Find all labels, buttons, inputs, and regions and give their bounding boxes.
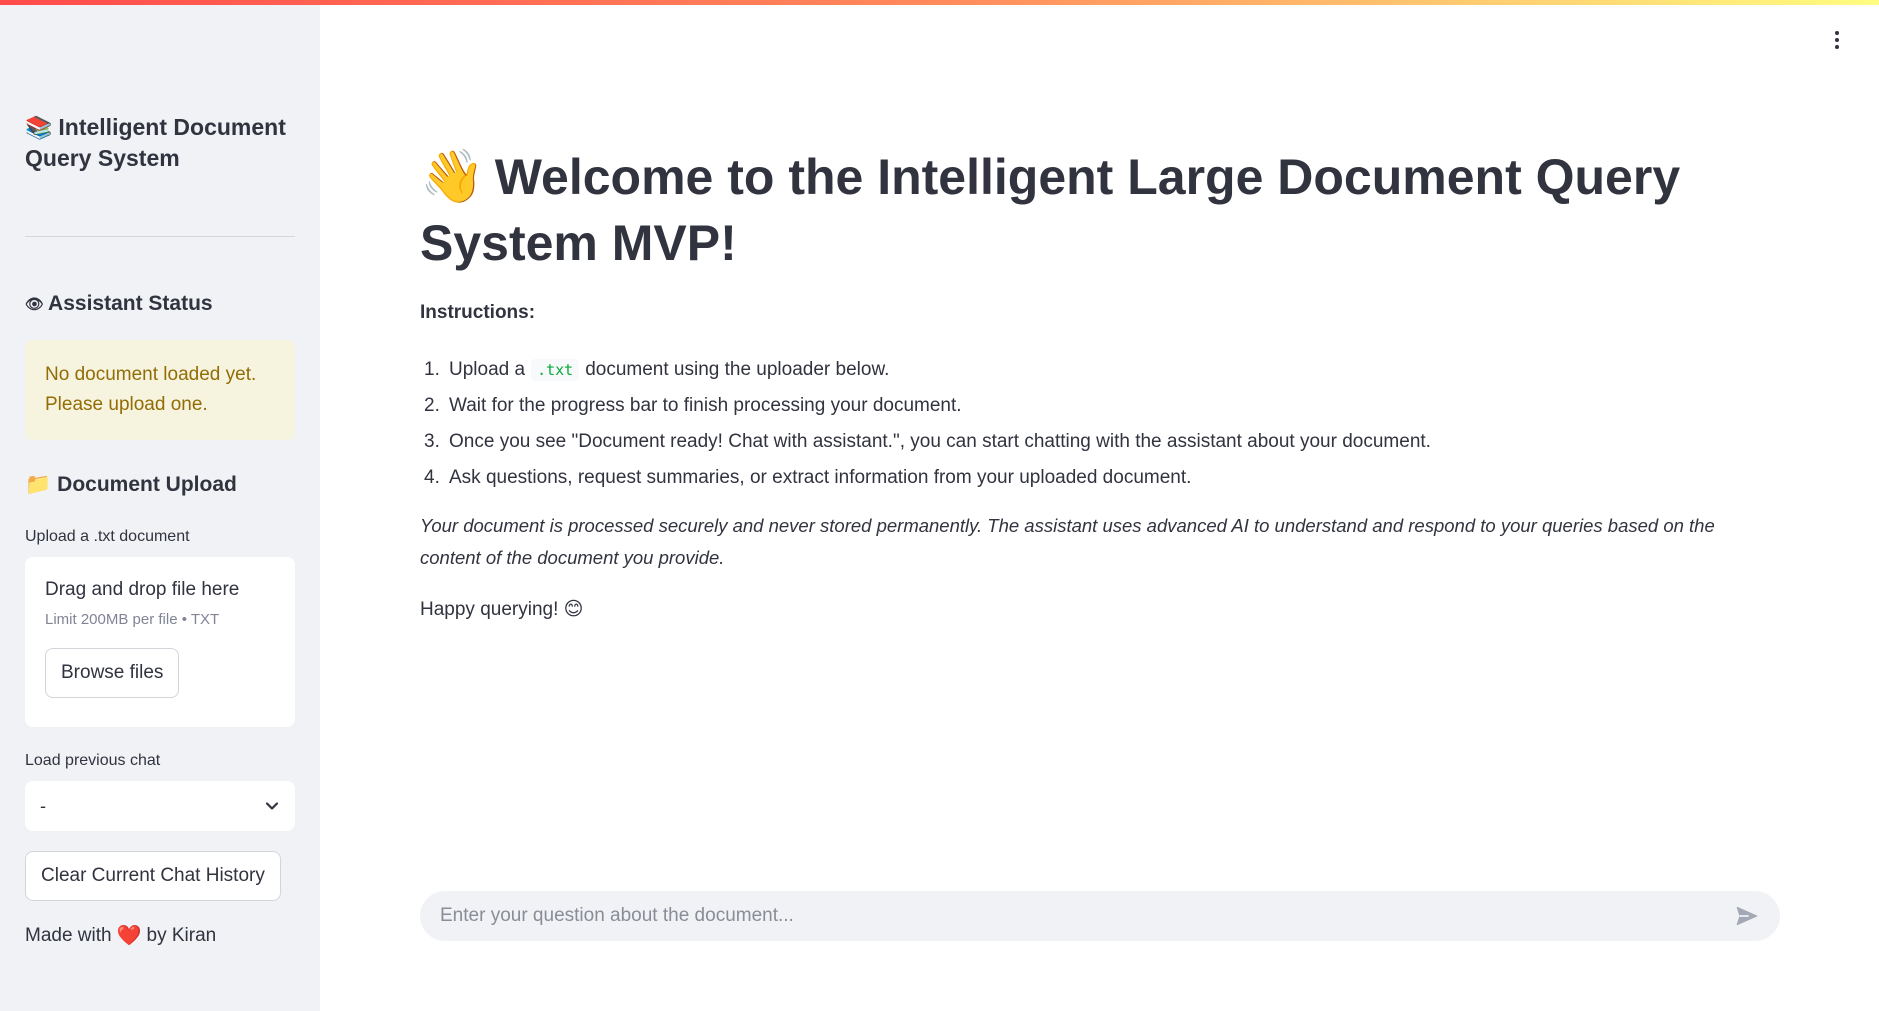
list-item: 2. Wait for the progress bar to finish p… [420, 388, 1780, 424]
kebab-dot [1835, 31, 1839, 35]
footer-prefix: Made with [25, 924, 112, 946]
load-chat-label: Load previous chat [25, 752, 161, 769]
heart-icon: ❤️ [116, 925, 142, 947]
sidebar-title: 📚 Intelligent Document Query System [25, 112, 295, 173]
browse-files-button[interactable]: Browse files [45, 648, 180, 698]
assistant-status-heading-text: Assistant Status [48, 292, 213, 315]
document-upload-heading: 📁 Document Upload [25, 473, 237, 497]
inline-code: .txt [531, 359, 580, 381]
chevron-down-icon [265, 802, 279, 810]
instructions-list: 1. Upload a .txt document using the uplo… [420, 352, 1780, 496]
clear-chat-history-button[interactable]: Clear Current Chat History [25, 851, 281, 901]
dropzone-limit: Limit 200MB per file • TXT [45, 611, 220, 628]
list-number: 2. [424, 395, 440, 416]
status-alert: No document loaded yet. Please upload on… [25, 340, 295, 440]
page-title: 👋 Welcome to the Intelligent Large Docume… [420, 144, 1780, 276]
step-text: document using the uploader below. [585, 359, 890, 380]
sidebar: 📚 Intelligent Document Query System 👁 Ass… [0, 0, 320, 1011]
list-item: 1. Upload a .txt document using the uplo… [420, 352, 1780, 388]
list-number: 1. [424, 359, 440, 380]
step-text: Wait for the progress bar to finish proc… [449, 395, 962, 416]
kebab-menu-icon[interactable] [1829, 28, 1845, 52]
instructions-heading: Instructions: [420, 302, 536, 323]
list-item: 3. Once you see "Document ready! Chat wi… [420, 424, 1780, 460]
load-chat-select[interactable]: - [25, 781, 295, 831]
footer-suffix: by Kiran [146, 924, 217, 946]
footer-credit: Made with ❤️ by Kiran [25, 923, 216, 948]
sidebar-divider [25, 236, 295, 237]
books-icon: 📚 [25, 115, 53, 140]
step-text: Once you see "Document ready! Chat with … [449, 431, 1431, 452]
list-number: 4. [424, 467, 440, 488]
list-number: 3. [424, 431, 440, 452]
upload-label: Upload a .txt document [25, 528, 190, 545]
dropzone-title: Drag and drop file here [45, 579, 240, 600]
waving-hand-icon: 👋 [420, 148, 485, 206]
step-text: Ask questions, request summaries, or ext… [449, 467, 1192, 488]
kebab-dot [1835, 45, 1839, 49]
folder-icon: 📁 [25, 473, 52, 496]
file-dropzone[interactable]: Drag and drop file here Limit 200MB per … [25, 557, 295, 727]
top-decoration-stripe [0, 0, 1879, 5]
eye-icon: 👁 [25, 296, 45, 313]
privacy-note: Your document is processed securely and … [420, 515, 1715, 568]
load-chat-select-value: - [40, 795, 46, 816]
assistant-status-heading: 👁 Assistant Status [25, 292, 213, 316]
chat-input[interactable] [440, 905, 1734, 927]
step-text: Upload a [449, 359, 526, 380]
sidebar-title-text: Intelligent Document Query System [25, 114, 286, 171]
send-icon[interactable] [1734, 903, 1760, 929]
happy-querying-text: Happy querying! 😊 [420, 599, 584, 620]
kebab-dot [1835, 38, 1839, 42]
list-item: 4. Ask questions, request summaries, or … [420, 460, 1780, 496]
page-title-text: Welcome to the Intelligent Large Documen… [420, 149, 1681, 271]
document-upload-heading-text: Document Upload [57, 473, 237, 496]
chat-input-bar [420, 891, 1780, 941]
